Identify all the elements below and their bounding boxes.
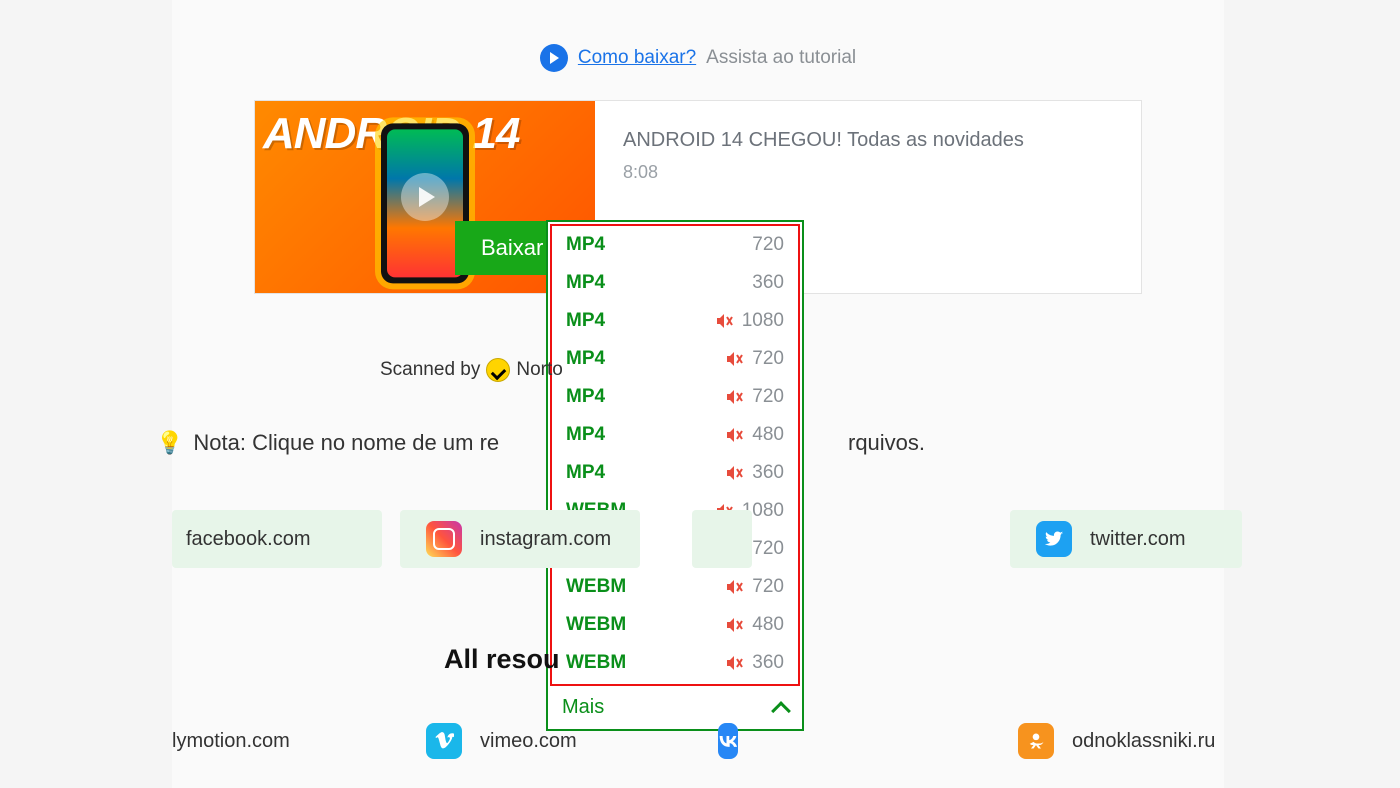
format-option[interactable]: WEBM 360 (552, 644, 798, 682)
format-option[interactable]: MP4 360 (552, 454, 798, 492)
format-quality: 360 (752, 462, 784, 484)
site-button-vimeo[interactable]: vimeo.com (400, 712, 620, 770)
muted-icon (726, 465, 744, 481)
format-type: MP4 (566, 348, 605, 370)
format-option[interactable]: WEBM 720 (552, 568, 798, 606)
ok-icon (1018, 723, 1054, 759)
format-option[interactable]: MP4 720 (552, 226, 798, 264)
site-button-instagram[interactable]: instagram.com (400, 510, 640, 568)
format-quality: 720 (752, 538, 784, 560)
site-button-dailymotion[interactable]: lymotion.com (172, 712, 322, 770)
format-type: WEBM (566, 652, 626, 674)
how-to-download-link[interactable]: Como baixar? (578, 47, 696, 69)
video-duration: 8:08 (623, 162, 1024, 183)
site-button-ok[interactable]: odnoklassniki.ru (992, 712, 1252, 770)
vk-icon (718, 723, 738, 759)
format-option[interactable]: MP4 1080 (552, 302, 798, 340)
scanned-brand: Norto (516, 359, 562, 381)
format-option[interactable]: MP4 720 (552, 378, 798, 416)
note-prefix: Nota: Clique no nome de um re (193, 430, 499, 456)
site-button-vk[interactable] (692, 712, 752, 770)
tutorial-row: Como baixar? Assista ao tutorial (172, 0, 1224, 100)
note-suffix: rquivos. (848, 430, 925, 456)
format-quality: 720 (752, 386, 784, 408)
play-circle-icon[interactable] (540, 44, 568, 72)
muted-icon (726, 389, 744, 405)
tutorial-hint: Assista ao tutorial (706, 47, 856, 69)
format-type: MP4 (566, 310, 605, 332)
format-quality: 360 (752, 652, 784, 674)
site-button-hidden[interactable] (692, 510, 752, 568)
all-resources-heading: All resou (444, 644, 560, 675)
muted-icon (716, 313, 734, 329)
muted-icon (726, 655, 744, 671)
muted-icon (726, 579, 744, 595)
site-label: instagram.com (480, 528, 611, 551)
thumb-play-icon (401, 173, 449, 221)
format-option[interactable]: MP4 720 (552, 340, 798, 378)
site-button-twitter[interactable]: twitter.com (1010, 510, 1242, 568)
format-quality: 720 (752, 576, 784, 598)
muted-icon (726, 617, 744, 633)
format-quality: 480 (752, 424, 784, 446)
format-type: WEBM (566, 614, 626, 636)
format-type: MP4 (566, 272, 605, 294)
format-quality: 720 (752, 348, 784, 370)
format-quality: 720 (752, 234, 784, 256)
format-quality: 480 (752, 614, 784, 636)
norton-badge-icon (486, 358, 510, 382)
vimeo-icon (426, 723, 462, 759)
bulb-icon: 💡 (156, 430, 183, 456)
format-option[interactable]: MP4 360 (552, 264, 798, 302)
twitter-icon (1036, 521, 1072, 557)
format-option[interactable]: WEBM 480 (552, 606, 798, 644)
muted-icon (726, 351, 744, 367)
format-type: MP4 (566, 386, 605, 408)
format-quality: 1080 (742, 310, 784, 332)
scanned-row: Scanned by Norto (380, 358, 563, 382)
format-dropdown: MP4 720 MP4 360 MP4 1080 MP4 720 MP4 720 MP4 480 MP4… (546, 220, 804, 731)
site-label: vimeo.com (480, 730, 577, 753)
format-type: WEBM (566, 576, 626, 598)
site-label: twitter.com (1090, 528, 1186, 551)
site-label: facebook.com (186, 528, 311, 551)
site-label: odnoklassniki.ru (1072, 730, 1215, 753)
scanned-prefix: Scanned by (380, 359, 480, 381)
instagram-icon (426, 521, 462, 557)
format-type: MP4 (566, 462, 605, 484)
format-type: MP4 (566, 234, 605, 256)
format-quality: 360 (752, 272, 784, 294)
video-title: ANDROID 14 CHEGOU! Todas as novidades (623, 129, 1024, 152)
site-label: lymotion.com (172, 730, 290, 753)
site-button-facebook[interactable]: facebook.com (172, 510, 382, 568)
note-row: 💡 Nota: Clique no nome de um re rquivos. (156, 430, 749, 456)
chevron-up-icon (771, 701, 791, 721)
